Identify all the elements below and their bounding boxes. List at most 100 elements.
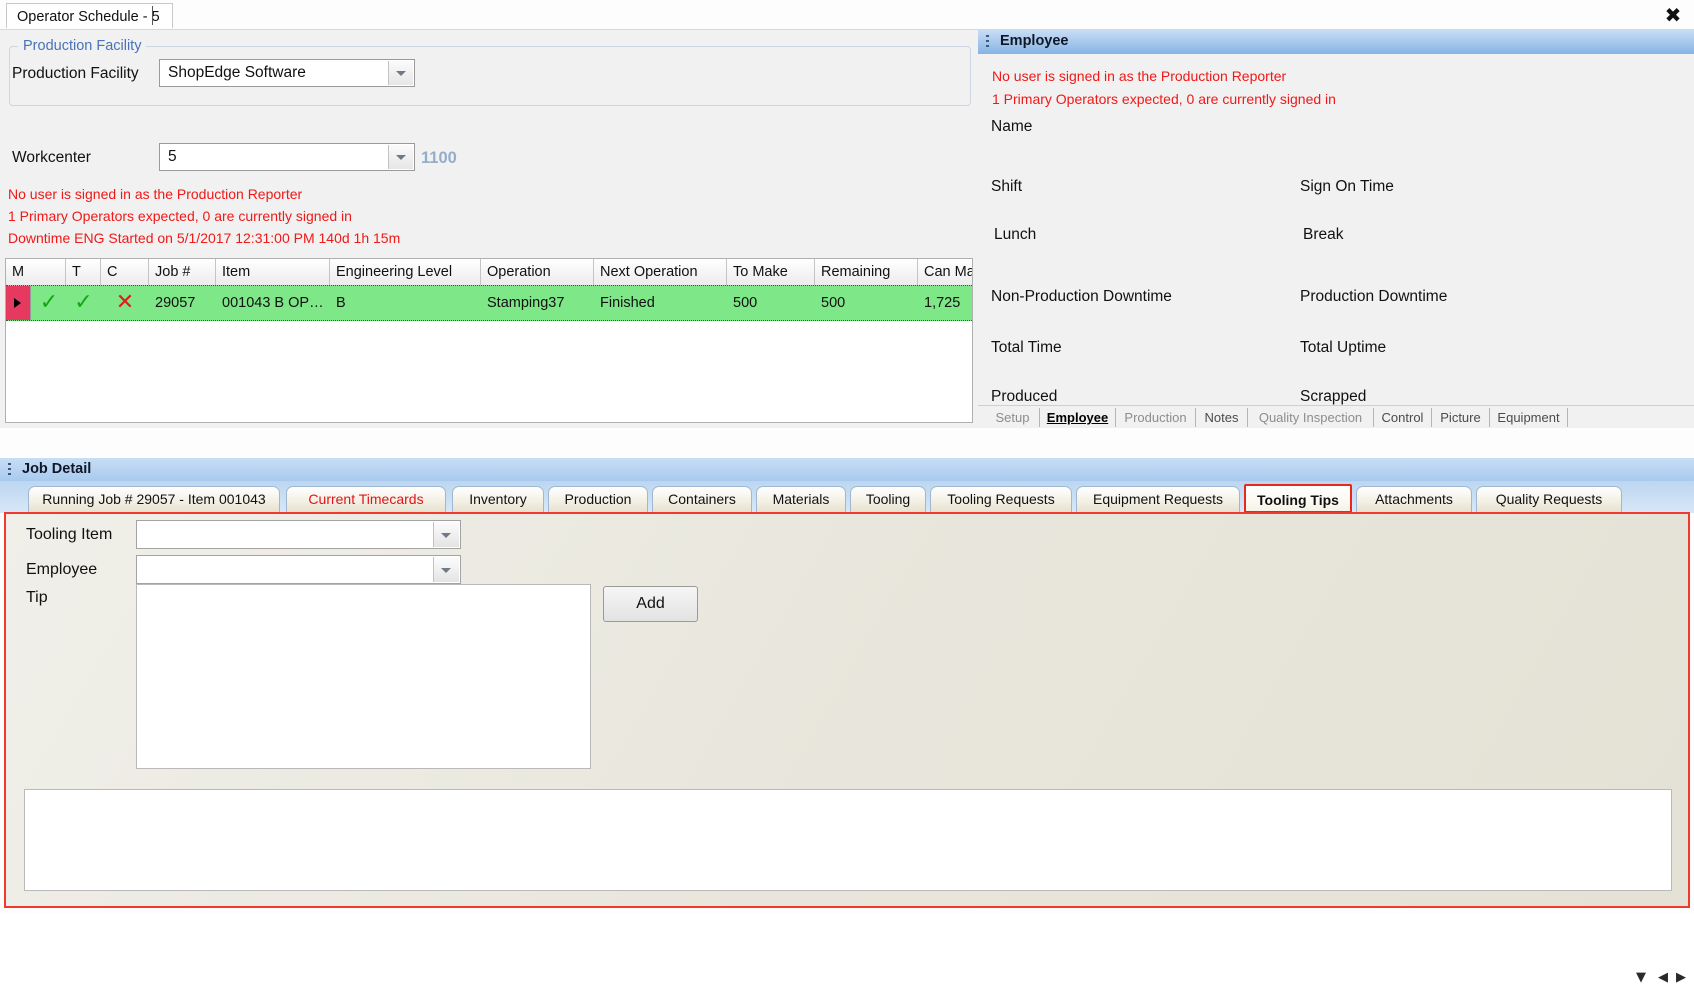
employee-field-scrapped: Scrapped bbox=[1300, 388, 1367, 405]
tab-setup[interactable]: Setup bbox=[986, 408, 1040, 427]
tab-quality-requests[interactable]: Quality Requests bbox=[1476, 486, 1622, 512]
grip-dots-icon[interactable] bbox=[986, 35, 989, 50]
tab-overflow-dropdown-icon[interactable]: ▼ bbox=[1636, 970, 1646, 985]
tab-production[interactable]: Production bbox=[1116, 408, 1196, 427]
employee-panel-title: Employee bbox=[1000, 33, 1069, 49]
schedule-grid-header: M T C Job # Item Engineering Level Opera… bbox=[6, 259, 972, 286]
tab-attachments[interactable]: Attachments bbox=[1356, 486, 1472, 512]
workcenter-code: 1100 bbox=[421, 149, 457, 167]
tab-tooling-requests[interactable]: Tooling Requests bbox=[930, 486, 1072, 512]
employee-label: Employee bbox=[26, 561, 98, 578]
tab-scroll-left-icon[interactable]: ◀ bbox=[1658, 970, 1668, 985]
col-header-job[interactable]: Job # bbox=[149, 259, 216, 285]
employee-field-break: Break bbox=[1303, 226, 1344, 243]
tab-equipment-requests[interactable]: Equipment Requests bbox=[1076, 486, 1240, 512]
employee-panel-header: Employee bbox=[978, 30, 1694, 55]
employee-field-production-downtime: Production Downtime bbox=[1300, 288, 1448, 305]
cell-operation: Stamping37 bbox=[487, 295, 565, 311]
tab-inventory[interactable]: Inventory bbox=[452, 486, 544, 512]
schedule-grid[interactable]: M T C Job # Item Engineering Level Opera… bbox=[5, 258, 973, 423]
tab-quality-inspection[interactable]: Quality Inspection bbox=[1248, 408, 1374, 427]
tab-control[interactable]: Control bbox=[1374, 408, 1432, 427]
cell-c-x-icon[interactable]: ✕ bbox=[101, 286, 149, 320]
cell-can-make: 1,725 bbox=[924, 295, 961, 311]
document-tab-bar: Operator Schedule - 5 ✖ bbox=[0, 0, 1694, 30]
chevron-down-icon[interactable] bbox=[433, 522, 459, 547]
cell-remaining: 500 bbox=[821, 295, 846, 311]
cell-m-check-icon[interactable]: ✓ bbox=[32, 286, 66, 320]
application-window: Operator Schedule - 5 ✖ Production Facil… bbox=[0, 0, 1694, 985]
warning-downtime: Downtime ENG Started on 5/1/2017 12:31:0… bbox=[8, 230, 401, 246]
employee-panel-tabstrip: Setup Employee Production Notes Quality … bbox=[978, 405, 1694, 428]
employee-combo[interactable] bbox=[136, 555, 461, 584]
production-facility-combo[interactable]: ShopEdge Software bbox=[159, 59, 415, 87]
warning-no-reporter: No user is signed in as the Production R… bbox=[8, 186, 303, 202]
col-header-next-operation[interactable]: Next Operation bbox=[594, 259, 727, 285]
employee-field-produced: Produced bbox=[991, 388, 1058, 405]
tooling-item-label: Tooling Item bbox=[26, 526, 113, 543]
cell-to-make: 500 bbox=[733, 295, 758, 311]
col-header-c[interactable]: C bbox=[101, 259, 149, 285]
cell-next-operation: Finished bbox=[600, 295, 655, 311]
tab-notes[interactable]: Notes bbox=[1196, 408, 1248, 427]
job-detail-header: Job Detail bbox=[0, 457, 1694, 483]
document-tab-operator-schedule[interactable]: Operator Schedule - 5 bbox=[6, 3, 173, 28]
tab-production[interactable]: Production bbox=[548, 486, 648, 512]
col-header-operation[interactable]: Operation bbox=[481, 259, 594, 285]
tab-tooling[interactable]: Tooling bbox=[850, 486, 926, 512]
chevron-down-icon[interactable] bbox=[388, 61, 413, 85]
cell-job-number: 29057 bbox=[155, 295, 196, 311]
warning-operators-expected: 1 Primary Operators expected, 0 are curr… bbox=[8, 208, 352, 224]
workcenter-value: 5 bbox=[168, 148, 177, 165]
row-indicator-arrow bbox=[6, 286, 31, 320]
employee-warning-no-reporter: No user is signed in as the Production R… bbox=[992, 68, 1287, 84]
employee-panel-body: No user is signed in as the Production R… bbox=[978, 54, 1694, 406]
tab-containers[interactable]: Containers bbox=[652, 486, 752, 512]
tab-running-job[interactable]: Running Job # 29057 - Item 001043 bbox=[28, 486, 280, 512]
employee-field-shift: Shift bbox=[991, 178, 1023, 195]
col-header-t[interactable]: T bbox=[66, 259, 101, 285]
tab-picture[interactable]: Picture bbox=[1432, 408, 1490, 427]
tab-current-timecards[interactable]: Current Timecards bbox=[286, 486, 446, 512]
tab-employee[interactable]: Employee bbox=[1040, 408, 1116, 427]
col-header-engineering-level[interactable]: Engineering Level bbox=[330, 259, 481, 285]
document-tab-label: Operator Schedule - 5 bbox=[17, 9, 160, 25]
chevron-down-icon[interactable] bbox=[433, 557, 459, 582]
col-header-remaining[interactable]: Remaining bbox=[815, 259, 918, 285]
workcenter-combo[interactable]: 5 bbox=[159, 143, 415, 171]
table-row[interactable]: ✓ ✓ ✕ 29057 001043 B OP… B Stamping37 Fi… bbox=[6, 285, 972, 321]
tab-tooling-tips[interactable]: Tooling Tips bbox=[1244, 484, 1352, 513]
production-facility-label: Production Facility bbox=[12, 65, 139, 82]
employee-field-name: Name bbox=[991, 118, 1033, 135]
job-detail-title: Job Detail bbox=[22, 461, 92, 477]
col-header-to-make[interactable]: To Make bbox=[727, 259, 815, 285]
tip-textarea[interactable] bbox=[136, 584, 591, 769]
cell-item: 001043 B OP… bbox=[222, 295, 324, 311]
col-header-m[interactable]: M bbox=[6, 259, 66, 285]
operator-schedule-panel: Production Facility Production Facility … bbox=[0, 30, 979, 428]
tab-materials[interactable]: Materials bbox=[756, 486, 846, 512]
chevron-down-icon[interactable] bbox=[388, 145, 413, 169]
employee-field-lunch: Lunch bbox=[994, 226, 1037, 243]
production-facility-groupbox bbox=[9, 46, 971, 106]
text-caret bbox=[152, 6, 153, 25]
tab-equipment[interactable]: Equipment bbox=[1490, 408, 1568, 427]
tooling-tips-panel: Tooling Item Employee Tip Add bbox=[4, 512, 1690, 908]
tip-label: Tip bbox=[26, 589, 48, 606]
col-header-item[interactable]: Item bbox=[216, 259, 330, 285]
employee-warning-operators: 1 Primary Operators expected, 0 are curr… bbox=[992, 91, 1336, 107]
production-facility-group-title: Production Facility bbox=[18, 38, 147, 54]
production-facility-value: ShopEdge Software bbox=[168, 64, 306, 81]
add-button[interactable]: Add bbox=[603, 586, 698, 622]
cell-t-check-icon[interactable]: ✓ bbox=[66, 286, 101, 320]
tooling-tips-list[interactable] bbox=[24, 789, 1672, 891]
tab-scroll-right-icon[interactable]: ▶ bbox=[1676, 970, 1686, 985]
tooling-item-combo[interactable] bbox=[136, 520, 461, 549]
col-header-can-make[interactable]: Can Ma bbox=[918, 259, 972, 285]
grip-dots-icon[interactable] bbox=[8, 463, 11, 478]
employee-field-total-time: Total Time bbox=[991, 339, 1062, 356]
employee-field-non-production-downtime: Non-Production Downtime bbox=[991, 288, 1172, 305]
employee-field-total-uptime: Total Uptime bbox=[1300, 339, 1387, 356]
workcenter-label: Workcenter bbox=[12, 149, 91, 166]
close-icon[interactable]: ✖ bbox=[1660, 3, 1686, 27]
